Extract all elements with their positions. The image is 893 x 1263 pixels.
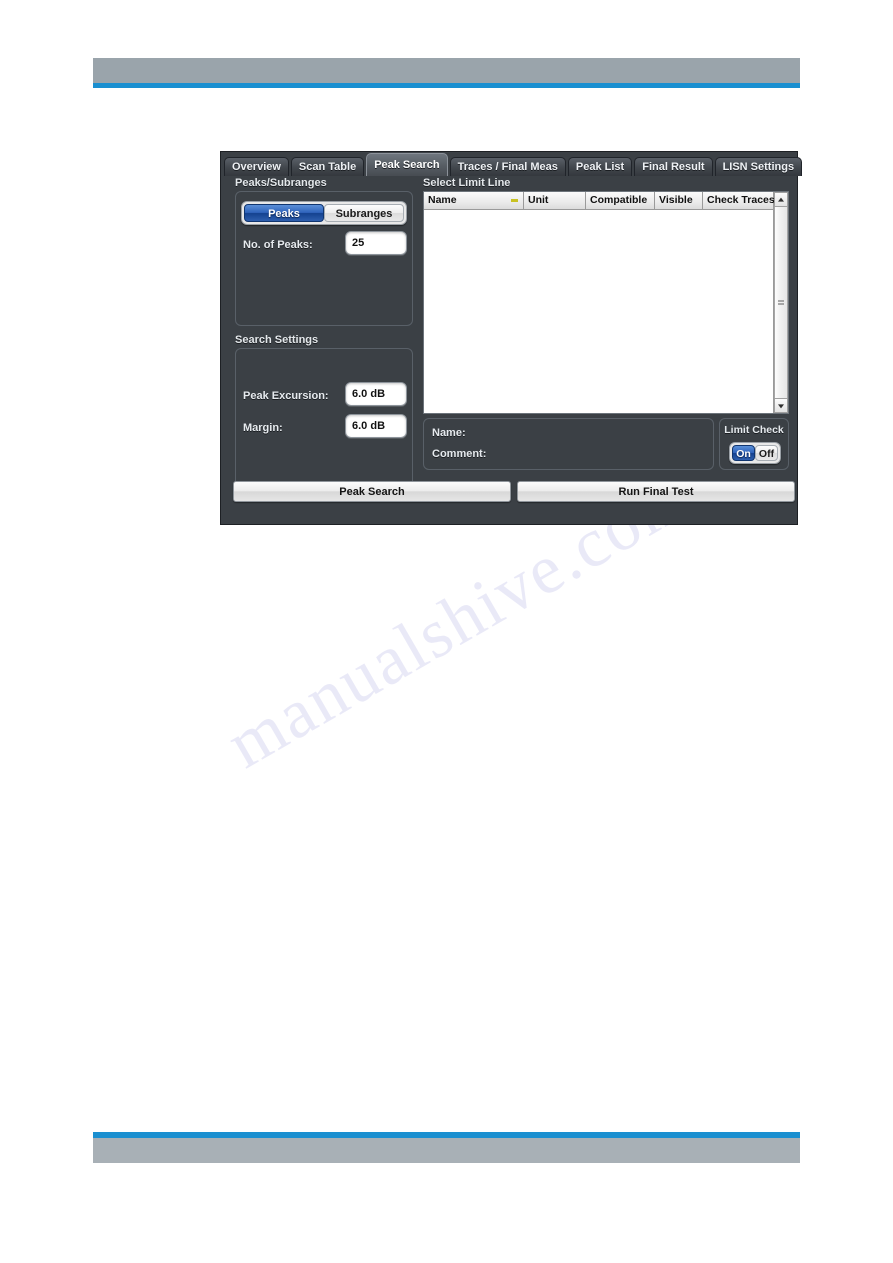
margin-input[interactable]: 6.0 dB [345, 414, 407, 438]
column-header-unit[interactable]: Unit [524, 192, 586, 209]
tab-overview[interactable]: Overview [224, 157, 289, 176]
subranges-mode-button[interactable]: Subranges [324, 204, 404, 222]
scroll-thumb[interactable] [774, 207, 788, 398]
limit-line-name-label: Name: [432, 427, 466, 439]
limit-check-title: Limit Check [724, 424, 784, 436]
peak-search-dialog: Overview Scan Table Peak Search Traces / Fi… [220, 151, 803, 525]
column-header-check-traces[interactable]: Check Traces [703, 192, 775, 209]
page-footer-bar [93, 1138, 800, 1163]
scroll-up-icon[interactable] [774, 192, 788, 207]
dialog-body: Peaks/Subranges Peaks Subranges No. of P… [225, 177, 795, 520]
limit-check-off-button[interactable]: Off [755, 445, 778, 461]
limit-line-table-main: Name Unit Compatible Visible Check Traces [424, 192, 775, 413]
page-header-rule [93, 83, 800, 88]
no-of-peaks-label: No. of Peaks: [243, 239, 313, 251]
peak-excursion-input[interactable]: 6.0 dB [345, 382, 407, 406]
limit-check-on-button[interactable]: On [732, 445, 755, 461]
tab-peak-list[interactable]: Peak List [567, 157, 633, 176]
tab-peak-search[interactable]: Peak Search [366, 153, 448, 176]
scroll-down-icon[interactable] [774, 398, 788, 413]
peaks-subranges-group-label: Peaks/Subranges [235, 177, 327, 189]
peak-search-button[interactable]: Peak Search [233, 481, 511, 502]
run-final-test-button[interactable]: Run Final Test [517, 481, 795, 502]
select-limit-line-group-label: Select Limit Line [423, 177, 511, 189]
tab-traces-final-meas[interactable]: Traces / Final Meas [449, 157, 566, 176]
no-of-peaks-input[interactable]: 25 [345, 231, 407, 255]
peak-excursion-label: Peak Excursion: [243, 390, 329, 402]
limit-line-table-header: Name Unit Compatible Visible Check Traces [424, 192, 775, 210]
limit-line-table-body[interactable] [424, 210, 773, 413]
limit-line-comment-label: Comment: [432, 448, 487, 460]
limit-line-table: Name Unit Compatible Visible Check Traces [423, 191, 789, 414]
column-header-visible[interactable]: Visible [655, 192, 703, 209]
search-settings-group-label: Search Settings [235, 334, 319, 346]
page-header-bar [93, 58, 800, 83]
peaks-mode-button[interactable]: Peaks [244, 204, 324, 222]
tab-scan-table[interactable]: Scan Table [290, 157, 365, 176]
column-header-name[interactable]: Name [424, 192, 524, 209]
tab-strip: Overview Scan Table Peak Search Traces / Fi… [224, 153, 803, 176]
peaks-subranges-toggle[interactable]: Peaks Subranges [241, 201, 407, 225]
tab-final-result[interactable]: Final Result [634, 157, 713, 176]
tab-lisn-settings[interactable]: LISN Settings [714, 157, 803, 176]
limit-check-panel: Limit Check On Off [719, 418, 789, 470]
limit-line-table-scrollbar[interactable] [773, 192, 788, 413]
scroll-grip-icon [778, 300, 784, 305]
limit-line-info-panel: Name: Comment: [423, 418, 714, 470]
column-header-compatible[interactable]: Compatible [586, 192, 655, 209]
sort-indicator-icon [511, 199, 518, 202]
limit-check-toggle[interactable]: On Off [729, 442, 781, 464]
margin-label: Margin: [243, 422, 283, 434]
